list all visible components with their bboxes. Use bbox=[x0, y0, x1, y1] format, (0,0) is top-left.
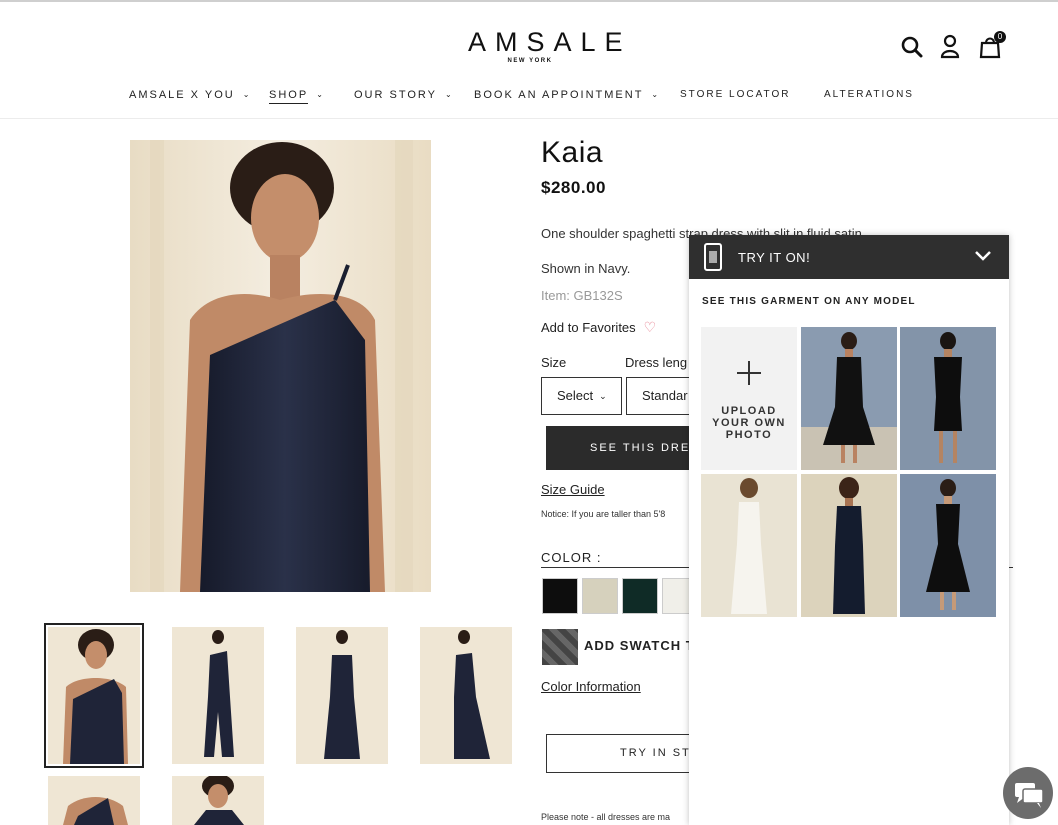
size-select[interactable]: Select ⌄ bbox=[541, 377, 622, 415]
add-to-favorites-link[interactable]: Add to Favorites ♡ bbox=[541, 319, 656, 336]
add-to-favorites-label: Add to Favorites bbox=[541, 320, 636, 335]
try-it-on-subtitle: SEE THIS GARMENT ON ANY MODEL bbox=[702, 296, 916, 307]
chevron-down-icon: ⌄ bbox=[651, 90, 659, 99]
size-select-value: Select bbox=[557, 388, 594, 403]
add-swatch-button[interactable]: ADD SWATCH TO bbox=[584, 638, 706, 653]
chat-icon bbox=[1015, 783, 1044, 808]
top-border bbox=[0, 0, 1058, 2]
model-tile-1[interactable] bbox=[801, 327, 897, 470]
nav-item-shop[interactable]: SHOP ⌄ bbox=[269, 89, 323, 104]
chevron-down-icon: ⌄ bbox=[445, 90, 452, 99]
model-tile-4[interactable] bbox=[801, 474, 897, 617]
cart-icon[interactable]: 0 bbox=[978, 31, 1006, 60]
nav-divider bbox=[0, 118, 1058, 119]
color-swatch-emerald[interactable] bbox=[622, 578, 658, 614]
thumbnail-6[interactable] bbox=[172, 776, 264, 825]
size-label: Size bbox=[541, 355, 567, 370]
nav-item-amsale-x-you[interactable]: AMSALE X YOU ⌄ bbox=[129, 89, 249, 101]
nav-item-our-story[interactable]: OUR STORY ⌄ bbox=[354, 89, 452, 101]
thumbnail-4[interactable] bbox=[420, 627, 512, 764]
chevron-down-icon: ⌄ bbox=[599, 391, 607, 401]
nav-item-book-appointment[interactable]: BOOK AN APPOINTMENT ⌄ bbox=[474, 89, 658, 101]
cart-count-badge: 0 bbox=[994, 31, 1006, 43]
shown-in-text: Shown in Navy. bbox=[541, 261, 631, 276]
phone-icon bbox=[704, 243, 722, 271]
main-nav: AMSALE X YOU ⌄ SHOP ⌄ OUR STORY ⌄ BOOK AN A… bbox=[0, 89, 1058, 104]
dress-length-value: Standar bbox=[642, 388, 688, 403]
color-swatch-champagne[interactable] bbox=[582, 578, 618, 614]
plus-icon bbox=[735, 359, 763, 387]
main-product-image[interactable] bbox=[130, 140, 431, 592]
try-it-on-header[interactable]: TRY IT ON! bbox=[689, 235, 1009, 279]
color-information-link[interactable]: Color Information bbox=[541, 679, 641, 694]
upload-line-2: YOUR OWN bbox=[712, 417, 786, 429]
upload-line-1: UPLOAD bbox=[721, 405, 777, 417]
chat-button[interactable] bbox=[1003, 767, 1053, 819]
color-swatch-black[interactable] bbox=[542, 578, 578, 614]
account-icon[interactable] bbox=[938, 34, 964, 60]
model-tile-3[interactable] bbox=[701, 474, 797, 617]
try-it-on-title: TRY IT ON! bbox=[738, 250, 811, 265]
nav-item-store-locator[interactable]: STORE LOCATOR bbox=[680, 89, 790, 100]
product-title: Kaia bbox=[541, 136, 604, 169]
item-code: Item: GB132S bbox=[541, 288, 623, 303]
color-label: COLOR : bbox=[541, 550, 602, 565]
upload-photo-button[interactable]: UPLOAD YOUR OWN PHOTO bbox=[701, 327, 797, 470]
height-notice: Notice: If you are taller than 5'8 bbox=[541, 509, 666, 519]
thumbnail-1[interactable] bbox=[44, 623, 144, 768]
nav-label: BOOK AN APPOINTMENT bbox=[474, 89, 644, 101]
chevron-down-icon[interactable] bbox=[974, 246, 992, 267]
logo-wordmark: AMSALE bbox=[468, 27, 632, 57]
please-note-text: Please note - all dresses are ma bbox=[541, 812, 671, 822]
chevron-down-icon: ⌄ bbox=[316, 90, 323, 99]
nav-label: AMSALE X YOU bbox=[129, 89, 235, 101]
model-tile-2[interactable] bbox=[900, 327, 996, 470]
fabric-swatch-image bbox=[542, 629, 578, 665]
thumbnail-2[interactable] bbox=[172, 627, 264, 764]
brand-logo[interactable]: AMSALE NEW YORK bbox=[462, 27, 632, 64]
dress-length-label: Dress leng bbox=[625, 355, 688, 370]
logo-subtitle: NEW YORK bbox=[507, 58, 553, 64]
upload-line-3: PHOTO bbox=[725, 429, 773, 441]
thumbnail-5[interactable] bbox=[48, 776, 140, 825]
nav-label: STORE LOCATOR bbox=[680, 89, 791, 100]
heart-icon: ♡ bbox=[643, 319, 657, 335]
upload-photo-label: UPLOAD YOUR OWN PHOTO bbox=[701, 405, 797, 441]
nav-label: SHOP bbox=[269, 89, 309, 104]
size-guide-link[interactable]: Size Guide bbox=[541, 482, 605, 497]
nav-label: OUR STORY bbox=[354, 89, 437, 101]
thumbnail-3[interactable] bbox=[296, 627, 388, 764]
nav-item-alterations[interactable]: ALTERATIONS bbox=[824, 89, 914, 100]
try-it-on-panel: TRY IT ON! SEE THIS GARMENT ON ANY MODEL… bbox=[689, 235, 1009, 825]
search-icon[interactable] bbox=[900, 34, 926, 60]
product-price: $280.00 bbox=[541, 178, 606, 197]
model-tile-5[interactable] bbox=[900, 474, 996, 617]
nav-label: ALTERATIONS bbox=[824, 89, 914, 100]
chevron-down-icon: ⌄ bbox=[242, 90, 250, 99]
